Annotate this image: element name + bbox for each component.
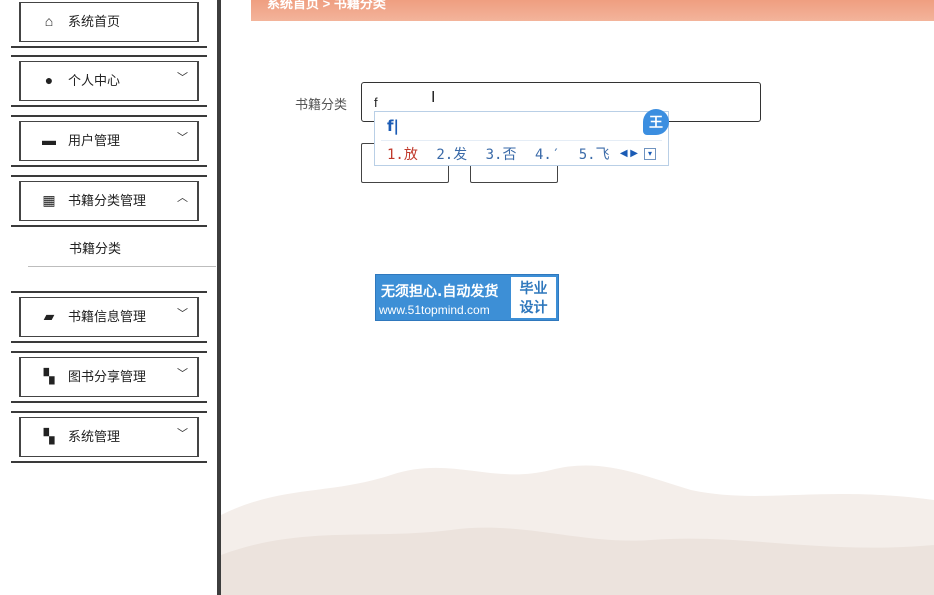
ticket-icon: ▬ bbox=[42, 132, 56, 148]
breadcrumb: 系统首页 > 书籍分类 bbox=[251, 0, 934, 21]
sidebar-item-user-management[interactable]: ▬ 用户管理 ﹀ bbox=[11, 115, 207, 167]
ime-candidate[interactable]: 1.放 bbox=[387, 144, 418, 164]
ime-candidate-popup: f| 1.放 2.发 3.否 4.′ 5.飞 ◀ ▶ ▾ 王 bbox=[374, 109, 669, 166]
ime-divider bbox=[381, 140, 662, 141]
category-label: 书籍分类 bbox=[295, 97, 348, 112]
chevron-down-icon: ﹀ bbox=[177, 132, 188, 144]
sidebar-item-label: 系统首页 bbox=[68, 14, 121, 29]
sidebar-item-personal-center[interactable]: ● 个人中心 ﹀ bbox=[11, 55, 207, 107]
ime-dropdown-icon[interactable]: ▾ bbox=[644, 148, 656, 160]
promo-banner: 无须担心.自动发货 www.51topmind.com 毕业 设计 bbox=[375, 274, 559, 321]
ime-pager-arrows-icon[interactable]: ◀ ▶ bbox=[620, 148, 638, 159]
sidebar-item-book-share-management[interactable]: ▚ 图书分享管理 ﹀ bbox=[11, 351, 207, 403]
sidebar-item-label: 书籍信息管理 bbox=[68, 309, 147, 324]
ime-candidates: 1.放 2.发 3.否 4.′ 5.飞 bbox=[387, 144, 624, 164]
apps-icon: ▚ bbox=[43, 428, 55, 444]
breadcrumb-text: 系统首页 > 书籍分类 bbox=[267, 0, 386, 11]
sidebar-item-book-info-management[interactable]: ▰ 书籍信息管理 ﹀ bbox=[11, 291, 207, 343]
ime-logo-icon: 王 bbox=[643, 109, 669, 135]
apps-icon: ▚ bbox=[43, 368, 55, 384]
chevron-down-icon: ﹀ bbox=[177, 368, 188, 380]
mountain-background bbox=[221, 465, 934, 595]
text-cursor-icon: I bbox=[431, 89, 436, 106]
sidebar-item-label: 个人中心 bbox=[68, 73, 121, 88]
grid-icon: ▦ bbox=[42, 192, 56, 208]
ime-candidate[interactable]: 5.飞 bbox=[579, 144, 610, 164]
sidebar-item-label: 书籍分类管理 bbox=[68, 193, 147, 208]
submenu-item-label: 书籍分类 bbox=[69, 241, 122, 256]
chevron-down-icon: ﹀ bbox=[177, 308, 188, 320]
promo-url: www.51topmind.com bbox=[379, 303, 490, 317]
submenu-item-book-category[interactable]: 书籍分类 bbox=[28, 230, 216, 267]
ime-candidate[interactable]: 2.发 bbox=[436, 144, 467, 164]
app-page: ⌂ 系统首页 ● 个人中心 ﹀ ▬ 用户管理 ﹀ ▦ 书籍分类管理 ︿ 书籍分类… bbox=[0, 0, 934, 595]
sidebar-item-label: 用户管理 bbox=[68, 133, 121, 148]
chevron-down-icon: ﹀ bbox=[177, 428, 188, 440]
sidebar-item-label: 系统管理 bbox=[68, 429, 121, 444]
user-icon: ● bbox=[44, 72, 54, 88]
ime-candidate[interactable]: 4.′ bbox=[535, 147, 560, 163]
promo-text: 无须担心.自动发货 bbox=[381, 284, 499, 300]
sidebar-item-home[interactable]: ⌂ 系统首页 bbox=[11, 0, 207, 48]
ime-composition: f| bbox=[387, 117, 400, 135]
main-content: 系统首页 > 书籍分类 书籍分类 I f| 1.放 2.发 3.否 4.′ 5.… bbox=[221, 0, 934, 595]
sidebar-item-book-category-management[interactable]: ▦ 书籍分类管理 ︿ bbox=[11, 175, 207, 227]
ime-candidate[interactable]: 3.否 bbox=[486, 144, 517, 164]
wallet-icon: ▰ bbox=[43, 308, 55, 324]
chevron-down-icon: ﹀ bbox=[177, 72, 188, 84]
sidebar-item-label: 图书分享管理 bbox=[68, 369, 147, 384]
promo-side-label: 毕业 设计 bbox=[511, 277, 556, 318]
chevron-up-icon: ︿ bbox=[177, 192, 188, 204]
sidebar: ⌂ 系统首页 ● 个人中心 ﹀ ▬ 用户管理 ﹀ ▦ 书籍分类管理 ︿ 书籍分类… bbox=[0, 0, 221, 595]
home-icon: ⌂ bbox=[44, 13, 54, 29]
sidebar-item-system-management[interactable]: ▚ 系统管理 ﹀ bbox=[11, 411, 207, 463]
